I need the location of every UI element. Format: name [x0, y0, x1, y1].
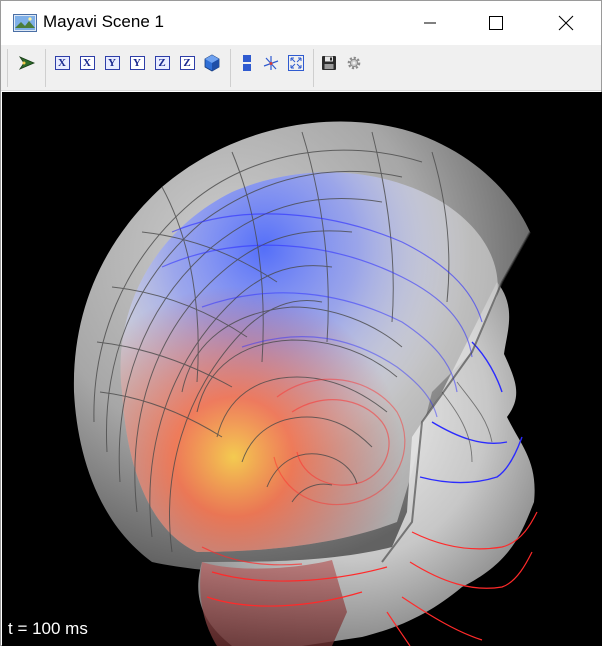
- toolbar-separator: [45, 49, 46, 87]
- z-axis-icon: Z: [179, 56, 195, 70]
- view-z-negative-button[interactable]: Z: [177, 53, 197, 73]
- maximize-button[interactable]: [473, 1, 519, 45]
- title-bar[interactable]: Mayavi Scene 1: [1, 1, 601, 45]
- toolbar-separator: [230, 49, 231, 87]
- toggle-parallel-projection-icon: [243, 55, 251, 71]
- x-axis-icon: X: [79, 56, 95, 70]
- window-title: Mayavi Scene 1: [43, 12, 164, 31]
- mayavi-window: Mayavi Scene 1 X X Y Y Z Z t = 100 ms: [0, 0, 602, 646]
- isometric-view-button[interactable]: [202, 53, 222, 73]
- minimize-icon: [424, 22, 436, 24]
- scene-toolbar: X X Y Y Z Z: [1, 45, 601, 91]
- mayavi-pipeline-button[interactable]: [17, 53, 37, 73]
- toolbar-separator: [313, 49, 314, 87]
- close-button[interactable]: [543, 1, 589, 45]
- y-axis-icon: Y: [129, 56, 145, 70]
- toggle-axes-indicator-icon: [263, 56, 279, 70]
- z-axis-icon: Z: [154, 56, 170, 70]
- settings-icon: [347, 56, 361, 70]
- save-button[interactable]: [319, 53, 339, 73]
- close-icon: [558, 15, 574, 31]
- y-axis-icon: Y: [104, 56, 120, 70]
- settings-button[interactable]: [344, 53, 364, 73]
- view-y-negative-button[interactable]: Y: [127, 53, 147, 73]
- view-y-positive-button[interactable]: Y: [102, 53, 122, 73]
- head-visualization: [73, 121, 538, 646]
- full-screen-button[interactable]: [286, 53, 306, 73]
- mayavi-pipeline-icon: [18, 56, 36, 70]
- x-axis-icon: X: [54, 56, 70, 70]
- toolbar-separator: [7, 49, 8, 87]
- neck-surface: [200, 560, 347, 646]
- minimize-button[interactable]: [407, 1, 453, 45]
- view-x-negative-button[interactable]: X: [77, 53, 97, 73]
- toggle-axes-indicator-button[interactable]: [261, 53, 281, 73]
- time-label: t = 100 ms: [8, 619, 88, 638]
- isometric-view-icon: [204, 54, 220, 72]
- maximize-icon: [489, 16, 503, 30]
- full-screen-icon: [288, 55, 304, 71]
- save-icon: [322, 56, 336, 70]
- app-icon: [13, 14, 37, 32]
- toggle-parallel-projection-button[interactable]: [237, 53, 257, 73]
- render-scene[interactable]: t = 100 ms: [2, 92, 602, 646]
- view-z-positive-button[interactable]: Z: [152, 53, 172, 73]
- view-x-positive-button[interactable]: X: [52, 53, 72, 73]
